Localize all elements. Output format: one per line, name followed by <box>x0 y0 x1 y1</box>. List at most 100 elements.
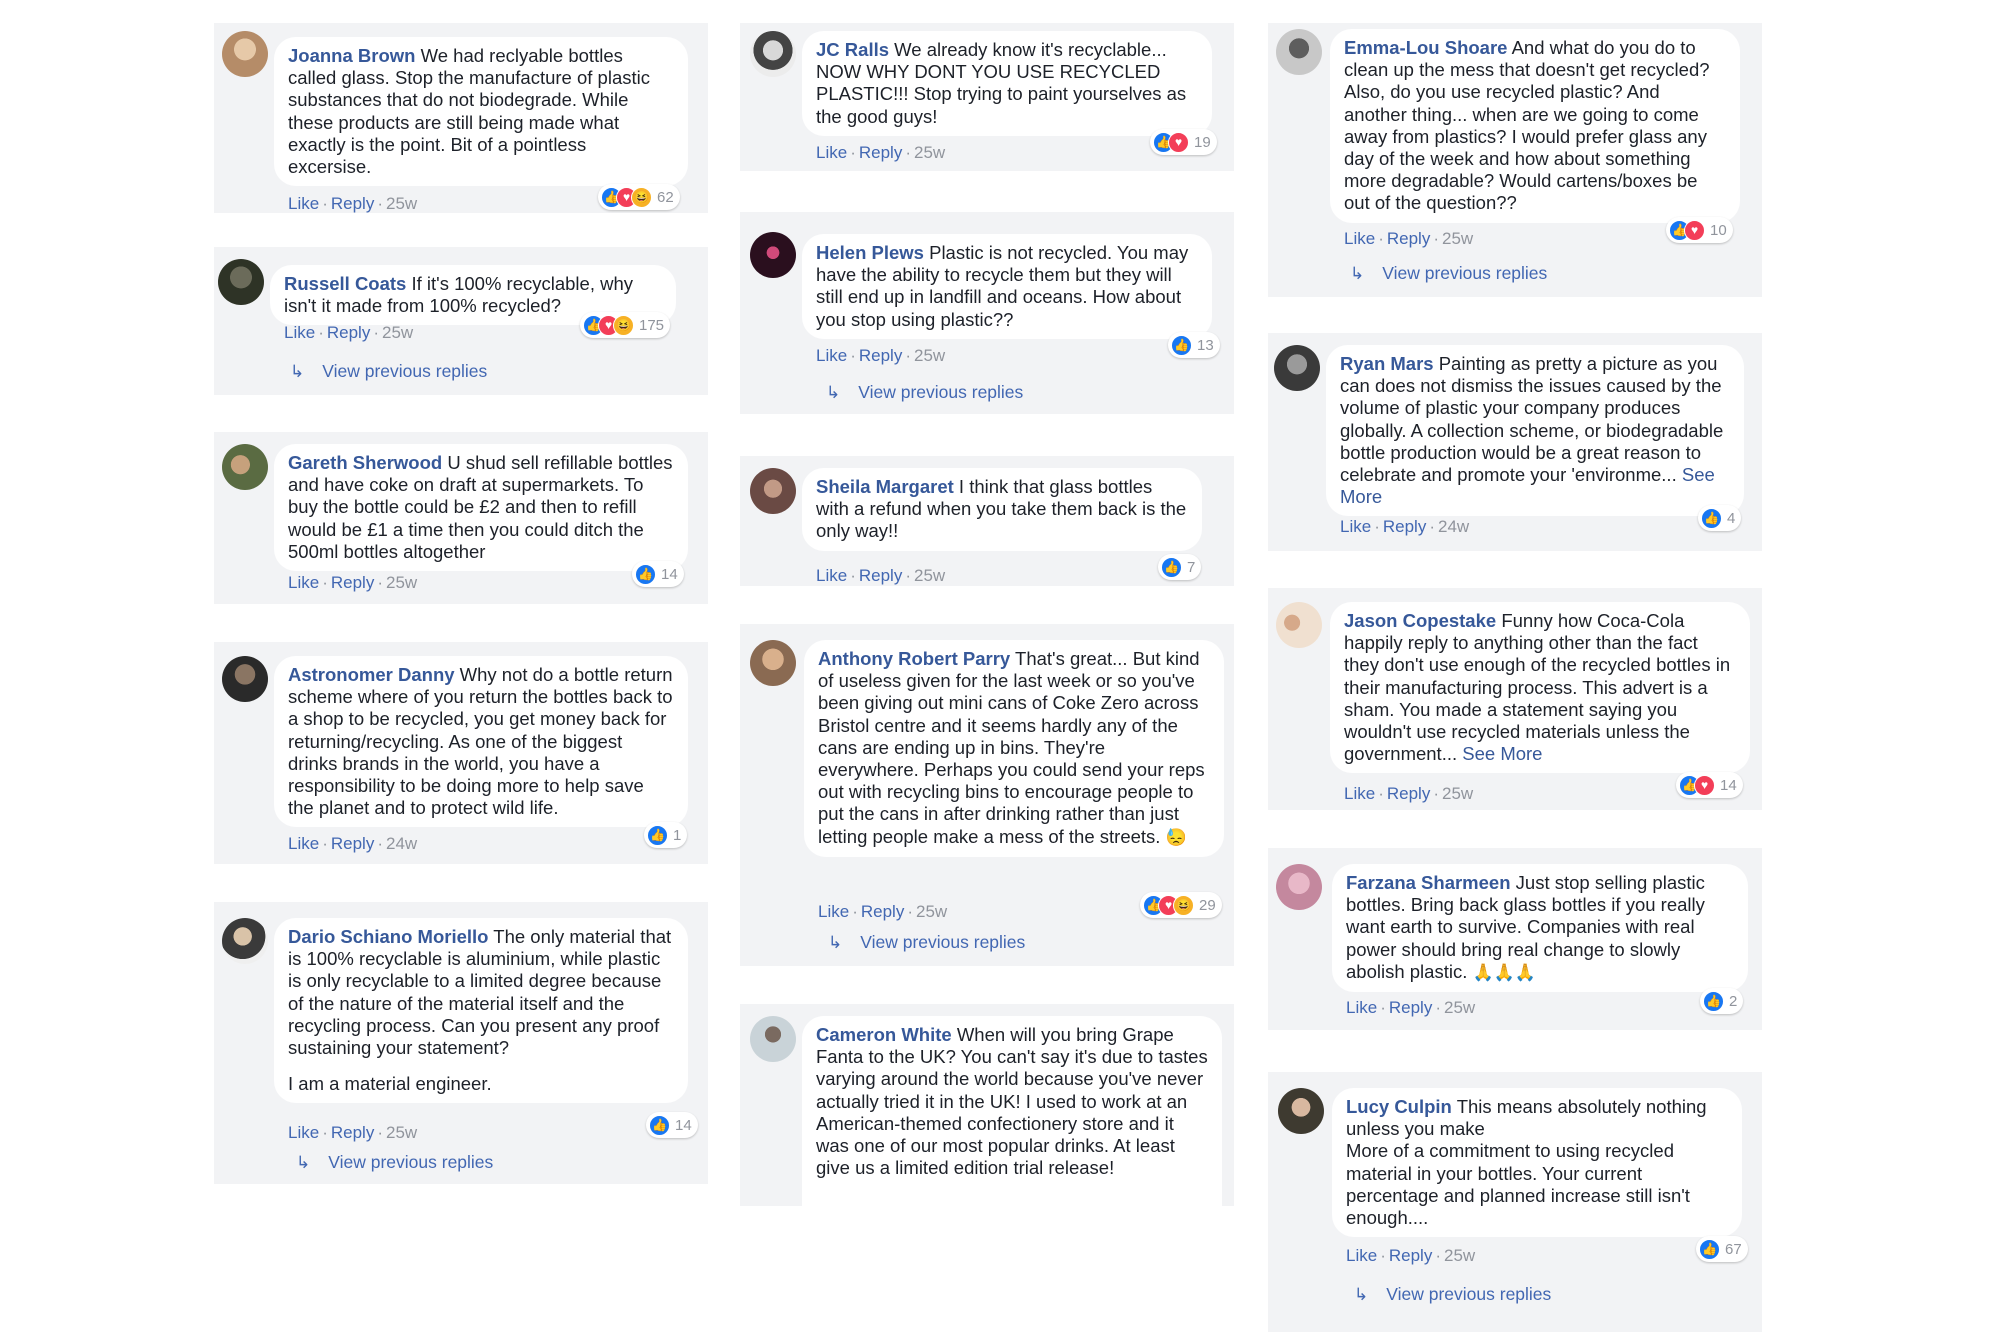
timestamp[interactable]: 25w <box>916 902 947 921</box>
reaction-summary[interactable]: 👍 14 <box>632 561 684 587</box>
comment-author[interactable]: Gareth Sherwood <box>288 452 442 473</box>
like-link[interactable]: Like <box>288 1123 319 1142</box>
like-link[interactable]: Like <box>1340 517 1371 536</box>
avatar[interactable] <box>222 656 268 702</box>
comment-card-lucy: Lucy Culpin This means absolutely nothin… <box>1268 1072 1762 1332</box>
comment-author[interactable]: Russell Coats <box>284 273 406 294</box>
timestamp[interactable]: 25w <box>386 1123 417 1142</box>
comment-author[interactable]: Emma-Lou Shoare <box>1344 37 1507 58</box>
comment-author[interactable]: Sheila Margaret <box>816 476 954 497</box>
reaction-summary[interactable]: 👍 13 <box>1168 332 1220 358</box>
timestamp[interactable]: 25w <box>386 194 417 213</box>
comment-author[interactable]: Lucy Culpin <box>1346 1096 1452 1117</box>
reply-link[interactable]: Reply <box>859 566 902 585</box>
reaction-summary[interactable]: 👍 1 <box>644 822 688 848</box>
comment-actions: Like · Reply · 25w <box>284 323 414 342</box>
comment-author[interactable]: Helen Plews <box>816 242 924 263</box>
like-link[interactable]: Like <box>1346 998 1377 1017</box>
reply-link[interactable]: Reply <box>1387 229 1430 248</box>
reaction-summary[interactable]: 👍 4 <box>1698 505 1742 531</box>
like-link[interactable]: Like <box>816 566 847 585</box>
reply-link[interactable]: Reply <box>1387 784 1430 803</box>
view-previous-replies-link[interactable]: ↳ View previous replies <box>1350 263 1547 284</box>
comment-author[interactable]: Anthony Robert Parry <box>818 648 1010 669</box>
like-link[interactable]: Like <box>816 143 847 162</box>
view-previous-replies-link[interactable]: ↳ View previous replies <box>828 932 1025 953</box>
reply-link[interactable]: Reply <box>1389 998 1432 1017</box>
avatar[interactable] <box>222 444 268 490</box>
avatar[interactable] <box>1276 864 1322 910</box>
reply-link[interactable]: Reply <box>327 323 370 342</box>
reaction-summary[interactable]: 👍 ♥ 10 <box>1666 217 1733 243</box>
view-previous-replies-link[interactable]: ↳ View previous replies <box>290 361 487 382</box>
reaction-summary[interactable]: 👍 2 <box>1700 988 1744 1014</box>
comment-card-helen: Helen Plews Plastic is not recycled. You… <box>740 212 1234 414</box>
timestamp[interactable]: 25w <box>1444 998 1475 1017</box>
timestamp[interactable]: 25w <box>1444 1246 1475 1265</box>
avatar[interactable] <box>750 1016 796 1062</box>
comment-author[interactable]: Ryan Mars <box>1340 353 1434 374</box>
reaction-summary[interactable]: 👍 14 <box>646 1112 698 1138</box>
comment-author[interactable]: Joanna Brown <box>288 45 415 66</box>
view-previous-replies-link[interactable]: ↳ View previous replies <box>826 382 1023 403</box>
like-link[interactable]: Like <box>1344 784 1375 803</box>
see-more-link[interactable]: See More <box>1462 743 1542 764</box>
avatar[interactable] <box>222 31 268 77</box>
like-link[interactable]: Like <box>288 834 319 853</box>
like-link[interactable]: Like <box>1344 229 1375 248</box>
reaction-summary[interactable]: 👍 ♥ 😆 62 <box>598 184 680 210</box>
reply-link[interactable]: Reply <box>861 902 904 921</box>
like-link[interactable]: Like <box>288 573 319 592</box>
reply-link[interactable]: Reply <box>1383 517 1426 536</box>
reaction-summary[interactable]: 👍 ♥ 19 <box>1150 129 1217 155</box>
timestamp[interactable]: 25w <box>382 323 413 342</box>
comment-author[interactable]: Astronomer Danny <box>288 664 455 685</box>
comment-bubble: Ryan Mars Painting as pretty a picture a… <box>1326 345 1744 517</box>
avatar[interactable] <box>218 259 264 305</box>
reaction-summary[interactable]: 👍 7 <box>1158 554 1202 580</box>
avatar[interactable] <box>1274 345 1320 391</box>
comment-author[interactable]: JC Ralls <box>816 39 889 60</box>
avatar[interactable] <box>750 31 796 77</box>
timestamp[interactable]: 25w <box>1442 229 1473 248</box>
reply-link[interactable]: Reply <box>331 194 374 213</box>
reply-link[interactable]: Reply <box>331 573 374 592</box>
view-previous-replies-link[interactable]: ↳ View previous replies <box>296 1152 493 1173</box>
reply-link[interactable]: Reply <box>331 1123 374 1142</box>
like-link[interactable]: Like <box>818 902 849 921</box>
reaction-summary[interactable]: 👍 ♥ 14 <box>1676 772 1743 798</box>
like-link[interactable]: Like <box>288 194 319 213</box>
avatar[interactable] <box>1276 29 1322 75</box>
like-link[interactable]: Like <box>284 323 315 342</box>
reaction-summary[interactable]: 👍 67 <box>1696 1236 1748 1262</box>
timestamp[interactable]: 25w <box>914 346 945 365</box>
reply-link[interactable]: Reply <box>331 834 374 853</box>
like-link[interactable]: Like <box>1346 1246 1377 1265</box>
avatar[interactable] <box>750 640 796 686</box>
comment-author[interactable]: Jason Copestake <box>1344 610 1496 631</box>
comment-bubble: Dario Schiano Moriello The only material… <box>274 918 688 1104</box>
timestamp[interactable]: 24w <box>1438 517 1469 536</box>
avatar[interactable] <box>1278 1088 1324 1134</box>
timestamp[interactable]: 25w <box>1442 784 1473 803</box>
like-link[interactable]: Like <box>816 346 847 365</box>
reaction-summary[interactable]: 👍 ♥ 😆 175 <box>580 312 671 338</box>
comment-author[interactable]: Dario Schiano Moriello <box>288 926 488 947</box>
reply-link[interactable]: Reply <box>1389 1246 1432 1265</box>
comment-author[interactable]: Farzana Sharmeen <box>1346 872 1511 893</box>
reply-arrow-icon: ↳ <box>1354 1285 1369 1304</box>
timestamp[interactable]: 24w <box>386 834 417 853</box>
avatar[interactable] <box>1276 602 1322 648</box>
reaction-summary[interactable]: 👍 ♥ 😆 29 <box>1140 892 1222 918</box>
avatar[interactable] <box>222 918 268 964</box>
timestamp[interactable]: 25w <box>386 573 417 592</box>
reply-link[interactable]: Reply <box>859 346 902 365</box>
avatar[interactable] <box>750 232 796 278</box>
reply-link[interactable]: Reply <box>859 143 902 162</box>
comment-author[interactable]: Cameron White <box>816 1024 952 1045</box>
avatar[interactable] <box>750 468 796 514</box>
timestamp[interactable]: 25w <box>914 143 945 162</box>
comment-actions: Like · Reply · 25w <box>288 1123 418 1142</box>
view-previous-replies-link[interactable]: ↳ View previous replies <box>1354 1284 1551 1305</box>
timestamp[interactable]: 25w <box>914 566 945 585</box>
